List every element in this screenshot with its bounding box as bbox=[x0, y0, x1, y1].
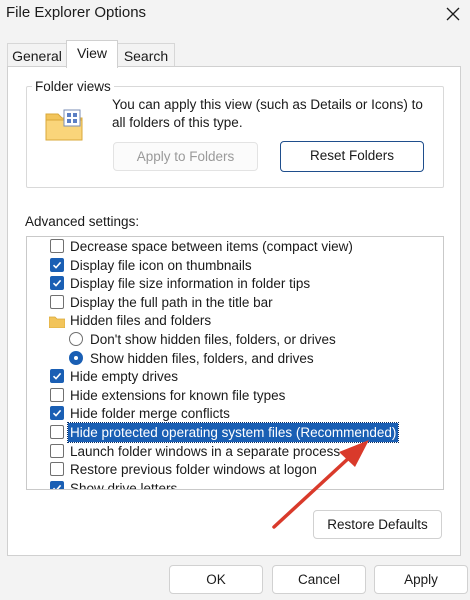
advanced-settings-label: Advanced settings: bbox=[25, 214, 140, 229]
list-item[interactable]: Show drive letters bbox=[27, 479, 443, 490]
ok-button[interactable]: OK bbox=[169, 565, 263, 594]
list-item-label: Hide extensions for known file types bbox=[70, 387, 286, 403]
checkbox-checked[interactable] bbox=[50, 369, 64, 384]
checkbox-checked[interactable] bbox=[50, 257, 64, 272]
checkbox[interactable] bbox=[50, 294, 64, 309]
list-item-label: Don't show hidden files, folders, or dri… bbox=[90, 332, 336, 347]
reset-folders-button[interactable]: Reset Folders bbox=[280, 141, 424, 172]
list-item[interactable]: Don't show hidden files, folders, or dri… bbox=[27, 330, 443, 349]
folder-views-description: You can apply this view (such as Details… bbox=[112, 97, 423, 130]
tab-view[interactable]: View bbox=[66, 40, 118, 68]
folder-views-icon bbox=[44, 108, 84, 142]
list-item[interactable]: Display the full path in the title bar bbox=[27, 293, 443, 312]
checkbox-checked[interactable] bbox=[50, 276, 64, 291]
list-item-label: Hide protected operating system files (R… bbox=[66, 422, 400, 443]
close-icon bbox=[446, 7, 460, 21]
checkbox-checked[interactable] bbox=[50, 480, 64, 489]
list-item-label: Decrease space between items (compact vi… bbox=[70, 239, 353, 254]
list-item[interactable]: Hide extensions for known file types bbox=[27, 386, 443, 405]
window-title: File Explorer Options bbox=[6, 4, 147, 21]
checkbox[interactable] bbox=[50, 443, 64, 458]
list-item-label: Show drive letters bbox=[70, 480, 178, 490]
apply-button[interactable]: Apply bbox=[374, 565, 468, 594]
list-item-label: Hidden files and folders bbox=[70, 313, 212, 329]
advanced-settings-list[interactable]: Decrease space between items (compact vi… bbox=[26, 236, 444, 490]
list-item[interactable]: Hide empty drives bbox=[27, 367, 443, 386]
list-item[interactable]: Show hidden files, folders, and drives bbox=[27, 349, 443, 368]
list-item-label: Display file size information in folder … bbox=[70, 276, 311, 292]
checkbox[interactable] bbox=[50, 462, 64, 477]
apply-to-folders-button[interactable]: Apply to Folders bbox=[113, 142, 258, 171]
list-item[interactable]: Hidden files and folders bbox=[27, 311, 443, 330]
tab-general[interactable]: General bbox=[7, 43, 67, 67]
list-item[interactable]: Decrease space between items (compact vi… bbox=[27, 237, 443, 256]
list-item[interactable]: Hide folder merge conflicts bbox=[27, 404, 443, 423]
radio[interactable] bbox=[69, 332, 83, 346]
folder-views-legend: Folder views bbox=[32, 79, 114, 94]
list-item-label: Hide empty drives bbox=[70, 369, 179, 385]
close-button[interactable] bbox=[436, 0, 470, 28]
list-item-label: Display file icon on thumbnails bbox=[70, 257, 252, 273]
restore-defaults-button[interactable]: Restore Defaults bbox=[313, 510, 442, 539]
list-item[interactable]: Display file size information in folder … bbox=[27, 274, 443, 293]
checkbox[interactable] bbox=[50, 425, 64, 439]
title-bar: File Explorer Options bbox=[0, 0, 470, 28]
checkbox[interactable] bbox=[50, 239, 64, 253]
list-item[interactable]: Launch folder windows in a separate proc… bbox=[27, 442, 443, 461]
list-item-label: Display the full path in the title bar bbox=[70, 294, 273, 310]
list-item[interactable]: Restore previous folder windows at logon bbox=[27, 460, 443, 479]
list-item-label: Restore previous folder windows at logon bbox=[70, 462, 317, 478]
folder-icon bbox=[48, 314, 66, 329]
list-item[interactable]: Hide protected operating system files (R… bbox=[27, 422, 443, 443]
cancel-button[interactable]: Cancel bbox=[272, 565, 366, 594]
checkbox-checked[interactable] bbox=[50, 406, 64, 421]
dialog-footer: OK Cancel Apply bbox=[0, 556, 470, 600]
list-item-label: Launch folder windows in a separate proc… bbox=[70, 443, 341, 459]
list-item-label: Hide folder merge conflicts bbox=[70, 406, 230, 422]
radio-selected[interactable] bbox=[69, 350, 83, 365]
checkbox[interactable] bbox=[50, 387, 64, 402]
list-item-label: Show hidden files, folders, and drives bbox=[90, 350, 314, 366]
list-item[interactable]: Display file icon on thumbnails bbox=[27, 256, 443, 275]
tab-search[interactable]: Search bbox=[117, 43, 175, 67]
